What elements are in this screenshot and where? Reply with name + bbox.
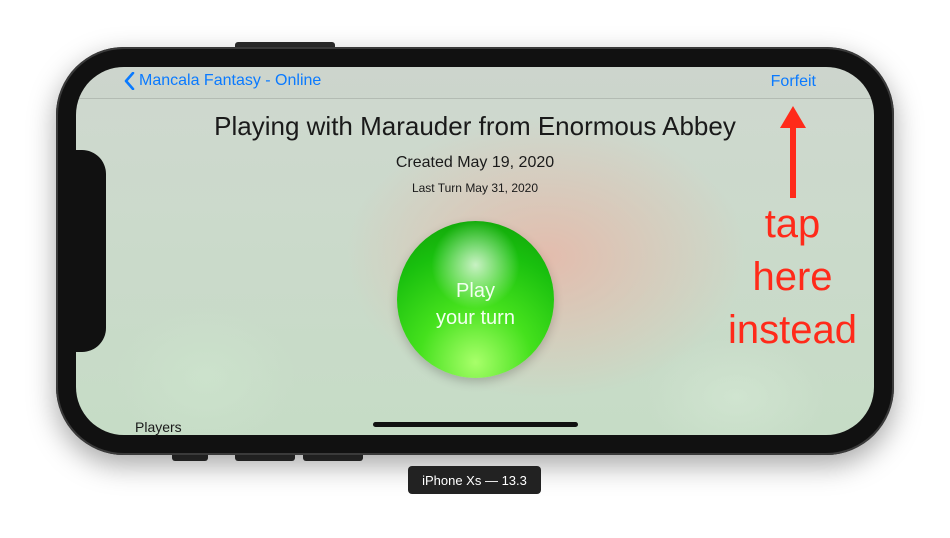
home-indicator[interactable]	[373, 422, 578, 427]
back-button[interactable]: Mancala Fantasy - Online	[124, 72, 321, 90]
created-date: Created May 19, 2020	[395, 154, 555, 171]
device-label: iPhone Xs — 13.3	[408, 466, 541, 494]
annotation-line-1: tap	[764, 202, 821, 246]
simulator-stage: Mancala Fantasy - Online Forfeit Playing…	[0, 0, 950, 538]
annotation-line-3: instead	[728, 308, 857, 352]
arrow-up-icon	[780, 106, 806, 198]
players-tab[interactable]: Players	[135, 419, 182, 435]
last-turn-date: Last Turn May 31, 2020	[411, 181, 539, 195]
play-turn-line-2: your turn	[436, 306, 515, 329]
back-button-label: Mancala Fantasy - Online	[139, 72, 322, 89]
forfeit-button[interactable]: Forfeit	[771, 73, 816, 91]
play-turn-button[interactable]: Play your turn	[397, 221, 554, 378]
annotation-text: tap here instead	[710, 198, 875, 357]
play-turn-line-1: Play	[456, 279, 495, 302]
play-turn-label: Play your turn	[436, 278, 515, 332]
navigation-bar: Mancala Fantasy - Online Forfeit	[76, 67, 874, 99]
annotation-line-2: here	[752, 255, 833, 299]
sensor-notch	[76, 150, 106, 352]
chevron-left-icon	[124, 72, 135, 90]
game-title: Playing with Marauder from Enormous Abbe…	[214, 111, 736, 141]
